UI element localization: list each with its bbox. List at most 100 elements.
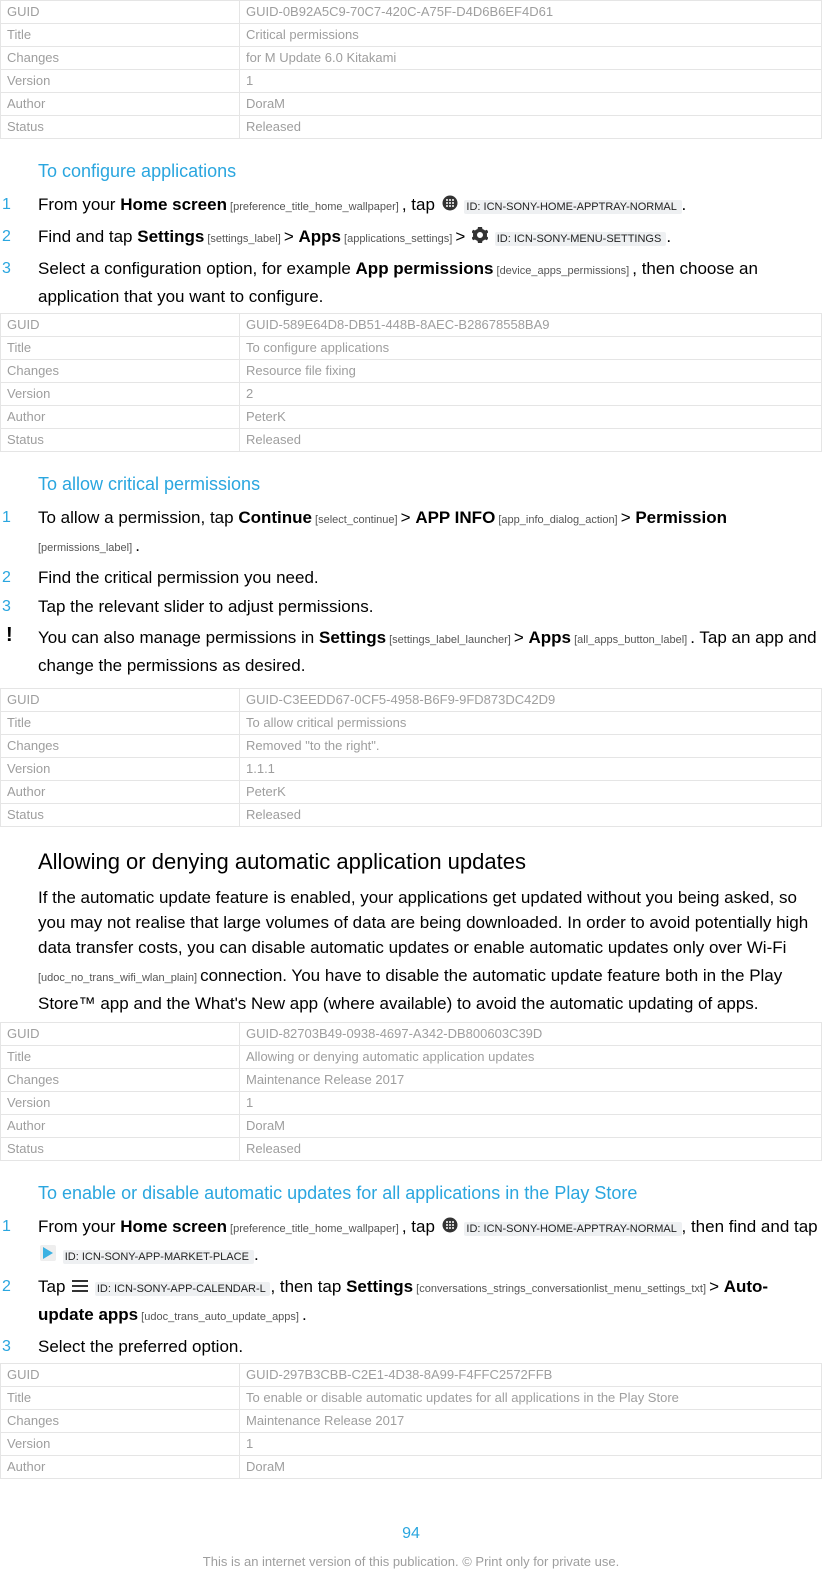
step-text: Find the critical permission you need. bbox=[38, 568, 319, 587]
step-number: 3 bbox=[2, 256, 11, 281]
meta-key: GUID bbox=[1, 1, 240, 24]
meta-key: Status bbox=[1, 1138, 240, 1161]
meta-key: Version bbox=[1, 70, 240, 93]
t: > bbox=[455, 227, 470, 246]
steps-configure-applications: 1 From your Home screen [preference_titl… bbox=[0, 192, 822, 309]
step-number: 3 bbox=[2, 1334, 11, 1359]
ui-term: Settings bbox=[346, 1277, 413, 1296]
meta-key: GUID bbox=[1, 314, 240, 337]
meta-key: GUID bbox=[1, 1023, 240, 1046]
play-store-icon bbox=[40, 1243, 56, 1268]
t: To allow a permission, tap bbox=[38, 508, 238, 527]
step-number: 1 bbox=[2, 1214, 11, 1239]
gear-icon bbox=[472, 225, 488, 250]
meta-val: Released bbox=[240, 429, 822, 452]
meta-val: DoraM bbox=[240, 93, 822, 116]
step-item: 1 From your Home screen [preference_titl… bbox=[0, 192, 822, 220]
meta-val: GUID-C3EEDD67-0CF5-4958-B6F9-9FD873DC42D… bbox=[240, 689, 822, 712]
t: You can also manage permissions in bbox=[38, 628, 319, 647]
apptray-icon bbox=[442, 1215, 458, 1240]
step-item: 1 To allow a permission, tap Continue [s… bbox=[0, 505, 822, 561]
meta-key: Version bbox=[1, 1092, 240, 1115]
ui-term: App permissions bbox=[356, 259, 494, 278]
t: , tap bbox=[402, 1217, 440, 1236]
meta-val: PeterK bbox=[240, 406, 822, 429]
step-item: 2 Find and tap Settings [settings_label]… bbox=[0, 224, 822, 252]
step-item: 2 Tap ID: ICN-SONY-APP-CALENDAR-L , then… bbox=[0, 1274, 822, 1330]
step-item: 3Select the preferred option. bbox=[0, 1334, 822, 1359]
section-title-auto-updates: Allowing or denying automatic applicatio… bbox=[38, 849, 822, 875]
t: > bbox=[514, 628, 529, 647]
meta-key: Changes bbox=[1, 1410, 240, 1433]
icon-id-label: ID: ICN-SONY-APP-CALENDAR-L bbox=[95, 1282, 271, 1296]
meta-key: Title bbox=[1, 712, 240, 735]
meta-table-auto-updates: GUIDGUID-82703B49-0938-4697-A342-DB80060… bbox=[0, 1022, 822, 1161]
step-number: 2 bbox=[2, 1274, 11, 1299]
meta-val: Released bbox=[240, 804, 822, 827]
step-item: 3 Select a configuration option, for exa… bbox=[0, 256, 822, 309]
step-item: 3Tap the relevant slider to adjust permi… bbox=[0, 594, 822, 619]
step-number: 3 bbox=[2, 594, 11, 619]
note-block: ! You can also manage permissions in Set… bbox=[0, 625, 822, 678]
section-title-allow-critical-permissions: To allow critical permissions bbox=[38, 474, 822, 495]
step-number: 2 bbox=[2, 224, 11, 249]
t: . bbox=[254, 1245, 259, 1264]
resource-id: [preference_title_home_wallpaper] bbox=[227, 201, 402, 213]
meta-val: for M Update 6.0 Kitakami bbox=[240, 47, 822, 70]
t: , tap bbox=[402, 195, 440, 214]
t: > bbox=[284, 227, 299, 246]
t: From your bbox=[38, 1217, 120, 1236]
meta-key: Status bbox=[1, 429, 240, 452]
meta-val: Resource file fixing bbox=[240, 360, 822, 383]
page-number: 94 bbox=[0, 1525, 822, 1543]
meta-key: Author bbox=[1, 1115, 240, 1138]
step-text: Tap ID: ICN-SONY-APP-CALENDAR-L , then t… bbox=[38, 1277, 768, 1324]
document-page: GUIDGUID-0B92A5C9-70C7-420C-A75F-D4D6B6E… bbox=[0, 0, 822, 1589]
resource-id: [all_apps_button_label] bbox=[571, 634, 690, 646]
t: . bbox=[302, 1305, 307, 1324]
ui-term: Settings bbox=[319, 628, 386, 647]
meta-val: 1 bbox=[240, 1092, 822, 1115]
meta-val: Allowing or denying automatic applicatio… bbox=[240, 1046, 822, 1069]
meta-val: 1.1.1 bbox=[240, 758, 822, 781]
t: From your bbox=[38, 195, 120, 214]
meta-val: 1 bbox=[240, 1433, 822, 1456]
apptray-icon bbox=[442, 193, 458, 218]
step-text: From your Home screen [preference_title_… bbox=[38, 1217, 818, 1264]
ui-term: Home screen bbox=[120, 195, 227, 214]
t: > bbox=[621, 508, 636, 527]
t: If the automatic update feature is enabl… bbox=[38, 888, 808, 957]
hamburger-menu-icon bbox=[72, 1275, 88, 1300]
step-text: Find and tap Settings [settings_label] >… bbox=[38, 227, 671, 246]
section-title-play-store-updates: To enable or disable automatic updates f… bbox=[38, 1183, 822, 1204]
ui-term: APP INFO bbox=[415, 508, 495, 527]
resource-id: [app_info_dialog_action] bbox=[495, 514, 620, 526]
meta-val: GUID-0B92A5C9-70C7-420C-A75F-D4D6B6EF4D6… bbox=[240, 1, 822, 24]
step-text: Select a configuration option, for examp… bbox=[38, 259, 758, 306]
meta-val: Released bbox=[240, 116, 822, 139]
t: , then tap bbox=[270, 1277, 346, 1296]
footer-note: This is an internet version of this publ… bbox=[0, 1554, 822, 1569]
meta-key: Changes bbox=[1, 360, 240, 383]
meta-val: To configure applications bbox=[240, 337, 822, 360]
meta-key: Version bbox=[1, 758, 240, 781]
meta-val: To enable or disable automatic updates f… bbox=[240, 1387, 822, 1410]
resource-id: [udoc_no_trans_wifi_wlan_plain] bbox=[38, 972, 200, 984]
meta-key: Status bbox=[1, 804, 240, 827]
meta-table-play-store-updates: GUIDGUID-297B3CBB-C2E1-4D38-8A99-F4FFC25… bbox=[0, 1363, 822, 1479]
icon-id-label: ID: ICN-SONY-HOME-APPTRAY-NORMAL bbox=[464, 1222, 681, 1236]
icon-id-label: ID: ICN-SONY-MENU-SETTINGS bbox=[495, 232, 667, 246]
meta-val: GUID-297B3CBB-C2E1-4D38-8A99-F4FFC2572FF… bbox=[240, 1364, 822, 1387]
step-number: 1 bbox=[2, 505, 11, 530]
meta-val: PeterK bbox=[240, 781, 822, 804]
t: > bbox=[709, 1277, 724, 1296]
resource-id: [conversations_strings_conversationlist_… bbox=[413, 1283, 709, 1295]
meta-table-critical-permissions: GUIDGUID-0B92A5C9-70C7-420C-A75F-D4D6B6E… bbox=[0, 0, 822, 139]
resource-id: [preference_title_home_wallpaper] bbox=[227, 1223, 402, 1235]
step-number: 2 bbox=[2, 565, 11, 590]
resource-id: [settings_label] bbox=[204, 233, 284, 245]
icon-id-label: ID: ICN-SONY-APP-MARKET-PLACE bbox=[63, 1250, 254, 1264]
meta-val: GUID-82703B49-0938-4697-A342-DB800603C39… bbox=[240, 1023, 822, 1046]
icon-id-label: ID: ICN-SONY-HOME-APPTRAY-NORMAL bbox=[464, 200, 681, 214]
meta-key: Title bbox=[1, 24, 240, 47]
